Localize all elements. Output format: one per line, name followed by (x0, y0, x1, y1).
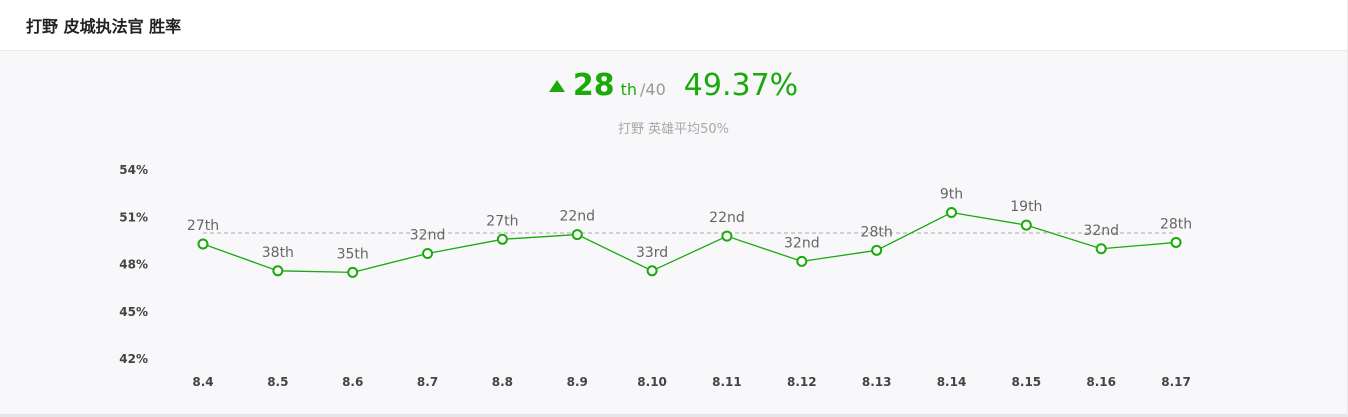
average-note: 打野 英雄平均50% (617, 122, 730, 137)
data-point (571, 229, 583, 241)
winrate-card: 打野 皮城执法官 胜率 54% 51% 48% 45% 42% 8.4 8.5 8.6 8.7 8… (0, 0, 1348, 417)
rank-total: /40 (640, 80, 666, 99)
point-rank-label: 28th (861, 224, 893, 240)
x-tick-label: 8.10 (637, 375, 667, 389)
x-tick-label: 8.12 (787, 375, 817, 389)
arrow-up-icon (548, 80, 565, 92)
data-point (1170, 236, 1182, 248)
point-rank-label: 19th (1010, 199, 1042, 215)
point-rank-label: 27th (486, 213, 518, 229)
x-tick-label: 8.4 (192, 375, 213, 389)
winrate-line-chart: 54% 51% 48% 45% 42% 8.4 8.5 8.6 8.7 8.8 8.9 8.10 8.1… (119, 163, 1192, 389)
point-rank-label: 35th (337, 246, 369, 262)
point-rank-label: 32nd (1083, 223, 1119, 239)
point-rank-label: 32nd (410, 227, 446, 243)
data-point (871, 244, 883, 256)
data-point (272, 265, 284, 277)
y-tick-label: 45% (119, 305, 148, 319)
x-tick-label: 8.14 (937, 375, 967, 389)
data-point (1020, 219, 1032, 231)
data-point (347, 266, 359, 278)
point-rank-label: 22nd (559, 209, 595, 225)
x-tick-label: 8.11 (712, 375, 742, 389)
y-tick-label: 54% (119, 163, 148, 177)
point-rank-label: 22nd (709, 210, 745, 226)
x-tick-label: 8.5 (267, 375, 288, 389)
x-tick-label: 8.17 (1161, 375, 1191, 389)
y-tick-label: 51% (119, 210, 148, 224)
data-point (422, 247, 434, 259)
point-rank-label: 33rd (636, 245, 668, 261)
rank-suffix: th (620, 80, 638, 99)
data-point (496, 233, 508, 245)
point-rank-label: 28th (1160, 216, 1192, 232)
x-tick-label: 8.7 (417, 375, 438, 389)
winrate-value: 49.37% (683, 68, 799, 103)
x-tick-label: 8.16 (1086, 375, 1116, 389)
y-tick-label: 48% (119, 258, 148, 272)
x-tick-label: 8.8 (492, 375, 513, 389)
x-tick-label: 8.13 (862, 375, 892, 389)
rank-number: 28 (572, 68, 615, 103)
x-tick-label: 8.6 (342, 375, 363, 389)
point-rank-label: 27th (187, 218, 219, 234)
rank-summary: 28 th /40 49.37% (0, 68, 1347, 103)
data-point (796, 255, 808, 267)
point-rank-label: 9th (940, 187, 963, 203)
data-point (1095, 243, 1107, 255)
data-point (946, 207, 957, 219)
x-tick-label: 8.9 (567, 375, 588, 389)
data-point (721, 230, 733, 242)
point-rank-label: 38th (262, 245, 294, 261)
data-point (646, 265, 658, 277)
x-tick-label: 8.15 (1012, 375, 1042, 389)
data-point (197, 238, 209, 250)
y-tick-label: 42% (119, 352, 148, 366)
point-rank-label: 32nd (784, 235, 820, 251)
